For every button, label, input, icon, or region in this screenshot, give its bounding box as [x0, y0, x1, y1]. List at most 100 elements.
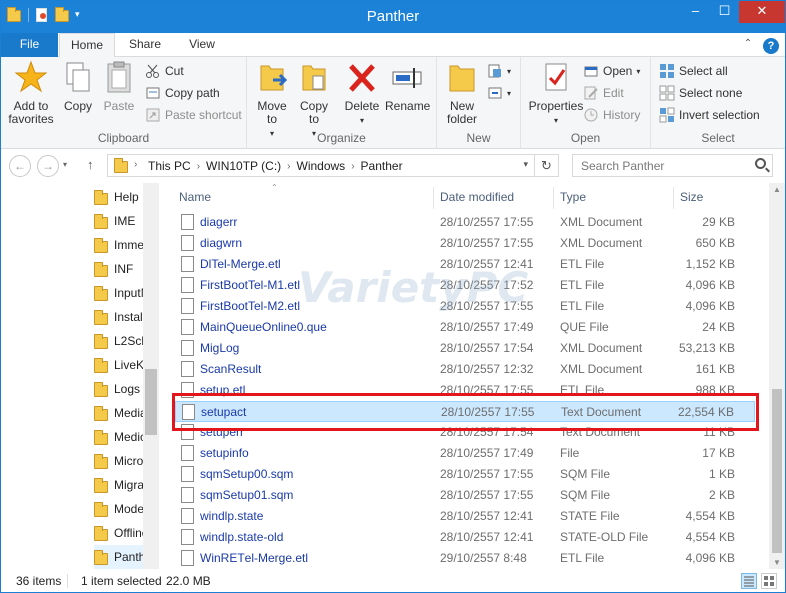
- file-row[interactable]: diagerr 28/10/2557 17:55 XML Document 29 KB: [175, 212, 755, 233]
- add-to-favorites-button[interactable]: Add to favorites: [5, 60, 57, 126]
- file-row[interactable]: sqmSetup01.sqm 28/10/2557 17:55 SQM File 2 …: [175, 485, 755, 506]
- refresh-button[interactable]: ↻: [535, 154, 559, 177]
- large-icons-view-button[interactable]: [761, 573, 777, 589]
- sort-indicator-icon: ⌃: [271, 183, 278, 192]
- column-type[interactable]: Type: [560, 190, 586, 204]
- paste-label: Paste: [103, 99, 135, 113]
- easy-access-button[interactable]: ▾: [487, 83, 511, 103]
- select-none-button[interactable]: Select none: [659, 83, 742, 103]
- nav-item[interactable]: Installer: [94, 305, 146, 329]
- file-name: diagwrn: [200, 236, 243, 250]
- folder-icon: [94, 190, 108, 205]
- copy-icon: [61, 60, 95, 96]
- file-type: STATE-OLD File: [560, 530, 649, 544]
- file-row[interactable]: DlTel-Merge.etl 28/10/2557 12:41 ETL File 1…: [175, 254, 755, 275]
- help-icon[interactable]: ?: [763, 38, 779, 54]
- forward-button[interactable]: →: [37, 155, 59, 177]
- breadcrumb-separator-icon[interactable]: ›: [287, 161, 290, 172]
- selected-count: 1 item selected: [81, 574, 162, 588]
- nav-item[interactable]: Media: [94, 401, 146, 425]
- search-input[interactable]: Search Panther: [572, 154, 773, 177]
- column-divider[interactable]: [673, 187, 674, 209]
- column-name[interactable]: Name: [179, 190, 211, 204]
- rename-button[interactable]: Rename: [385, 60, 430, 113]
- tab-view[interactable]: View: [177, 33, 227, 57]
- file-row[interactable]: MainQueueOnline0.que 28/10/2557 17:49 QUE …: [175, 317, 755, 338]
- file-row[interactable]: windlp.state-old 28/10/2557 12:41 STATE-OL…: [175, 527, 755, 548]
- collapse-ribbon-icon[interactable]: ⌃: [741, 38, 755, 52]
- file-row[interactable]: windlp.state 28/10/2557 12:41 STATE File 4,…: [175, 506, 755, 527]
- nav-item[interactable]: Help: [94, 185, 146, 209]
- file-row[interactable]: MigLog 28/10/2557 17:54 XML Document 53,213…: [175, 338, 755, 359]
- maximize-button[interactable]: ☐: [710, 1, 739, 23]
- navigation-scrollbar[interactable]: [143, 183, 159, 569]
- file-date-modified: 28/10/2557 17:55: [440, 299, 534, 313]
- address-dropdown-icon[interactable]: ▾: [523, 159, 528, 170]
- tab-file[interactable]: File: [1, 33, 58, 57]
- edit-button[interactable]: Edit: [583, 83, 624, 103]
- nav-item[interactable]: Microsoft.NET: [94, 449, 146, 473]
- file-row[interactable]: FirstBootTel-M2.etl 28/10/2557 17:55 ETL F…: [175, 296, 755, 317]
- nav-item[interactable]: Offline: [94, 521, 146, 545]
- up-button[interactable]: ↑: [87, 157, 94, 172]
- nav-item[interactable]: Panther: [94, 545, 146, 569]
- file-row[interactable]: WinREТel-Merge.etl 29/10/2557 8:48 ETL Fil…: [175, 548, 755, 569]
- scroll-up-icon[interactable]: ▲: [773, 185, 781, 194]
- copy-to-button[interactable]: Copy to ▾: [295, 60, 333, 140]
- navigation-scrollbar-thumb[interactable]: [145, 369, 157, 435]
- status-bar: 36 items 1 item selected 22.0 MB: [1, 569, 785, 592]
- nav-item[interactable]: L2Schemas: [94, 329, 146, 353]
- copy-button[interactable]: Copy: [59, 60, 97, 113]
- folder-icon: [94, 334, 108, 349]
- file-row[interactable]: sqmSetup00.sqm 28/10/2557 17:55 SQM File 1 …: [175, 464, 755, 485]
- column-divider[interactable]: [433, 187, 434, 209]
- window-title: Panther: [366, 8, 420, 25]
- open-button[interactable]: Open ▾: [583, 61, 640, 81]
- breadcrumb-windows[interactable]: Windows: [297, 159, 346, 173]
- breadcrumb-drive[interactable]: WIN10TP (C:): [206, 159, 281, 173]
- select-all-button[interactable]: Select all: [659, 61, 728, 81]
- nav-item[interactable]: InputMethod: [94, 281, 146, 305]
- nav-item[interactable]: IME: [94, 209, 146, 233]
- tab-share[interactable]: Share: [119, 33, 171, 57]
- nav-item[interactable]: Migration: [94, 473, 146, 497]
- back-button[interactable]: ←: [9, 155, 31, 177]
- move-to-button[interactable]: Move to ▾: [253, 60, 291, 140]
- breadcrumb-panther[interactable]: Panther: [361, 159, 403, 173]
- nav-item[interactable]: ModemLogs: [94, 497, 146, 521]
- file-row[interactable]: diagwrn 28/10/2557 17:55 XML Document 650 K…: [175, 233, 755, 254]
- column-date-modified[interactable]: Date modified: [440, 190, 514, 204]
- minimize-button[interactable]: ‒: [681, 1, 710, 23]
- properties-button[interactable]: Properties ▾: [527, 60, 585, 127]
- breadcrumb-separator-icon[interactable]: ›: [197, 161, 200, 172]
- nav-item[interactable]: INF: [94, 257, 146, 281]
- nav-item[interactable]: Immersive: [94, 233, 146, 257]
- new-item-button[interactable]: ▾: [487, 61, 511, 81]
- copy-path-button[interactable]: Copy path: [145, 83, 220, 103]
- new-folder-button[interactable]: New folder: [441, 60, 483, 126]
- address-bar[interactable]: › This PC › WIN10TP (C:) › Windows › Panthe…: [107, 154, 535, 177]
- nav-item[interactable]: LiveKernelReports: [94, 353, 146, 377]
- tab-home[interactable]: Home: [59, 33, 115, 58]
- nav-item[interactable]: Logs: [94, 377, 146, 401]
- history-button[interactable]: History: [583, 105, 640, 125]
- breadcrumb-this-pc[interactable]: This PC: [148, 159, 191, 173]
- file-row[interactable]: FirstBootTel-M1.etl 28/10/2557 17:52 ETL F…: [175, 275, 755, 296]
- nav-item[interactable]: Medical: [94, 425, 146, 449]
- details-view-button[interactable]: [741, 573, 757, 589]
- column-size[interactable]: Size: [680, 190, 703, 204]
- scroll-down-icon[interactable]: ▼: [773, 558, 781, 567]
- file-row[interactable]: ScanResult 28/10/2557 12:32 XML Document 16…: [175, 359, 755, 380]
- breadcrumb-separator-icon[interactable]: ›: [351, 161, 354, 172]
- file-list-scrollbar-thumb[interactable]: [772, 389, 782, 553]
- file-row[interactable]: setupinfo 28/10/2557 17:49 File 17 KB: [175, 443, 755, 464]
- close-button[interactable]: ✕: [739, 1, 785, 23]
- invert-selection-button[interactable]: Invert selection: [659, 105, 760, 125]
- delete-button[interactable]: Delete ▾: [341, 60, 383, 127]
- paste-shortcut-button[interactable]: Paste shortcut: [145, 105, 242, 125]
- paste-button[interactable]: Paste: [99, 60, 139, 113]
- recent-locations-icon[interactable]: ▾: [63, 160, 67, 169]
- cut-button[interactable]: Cut: [145, 61, 184, 81]
- column-divider[interactable]: [553, 187, 554, 209]
- file-list-scrollbar[interactable]: ▲ ▼: [769, 183, 785, 569]
